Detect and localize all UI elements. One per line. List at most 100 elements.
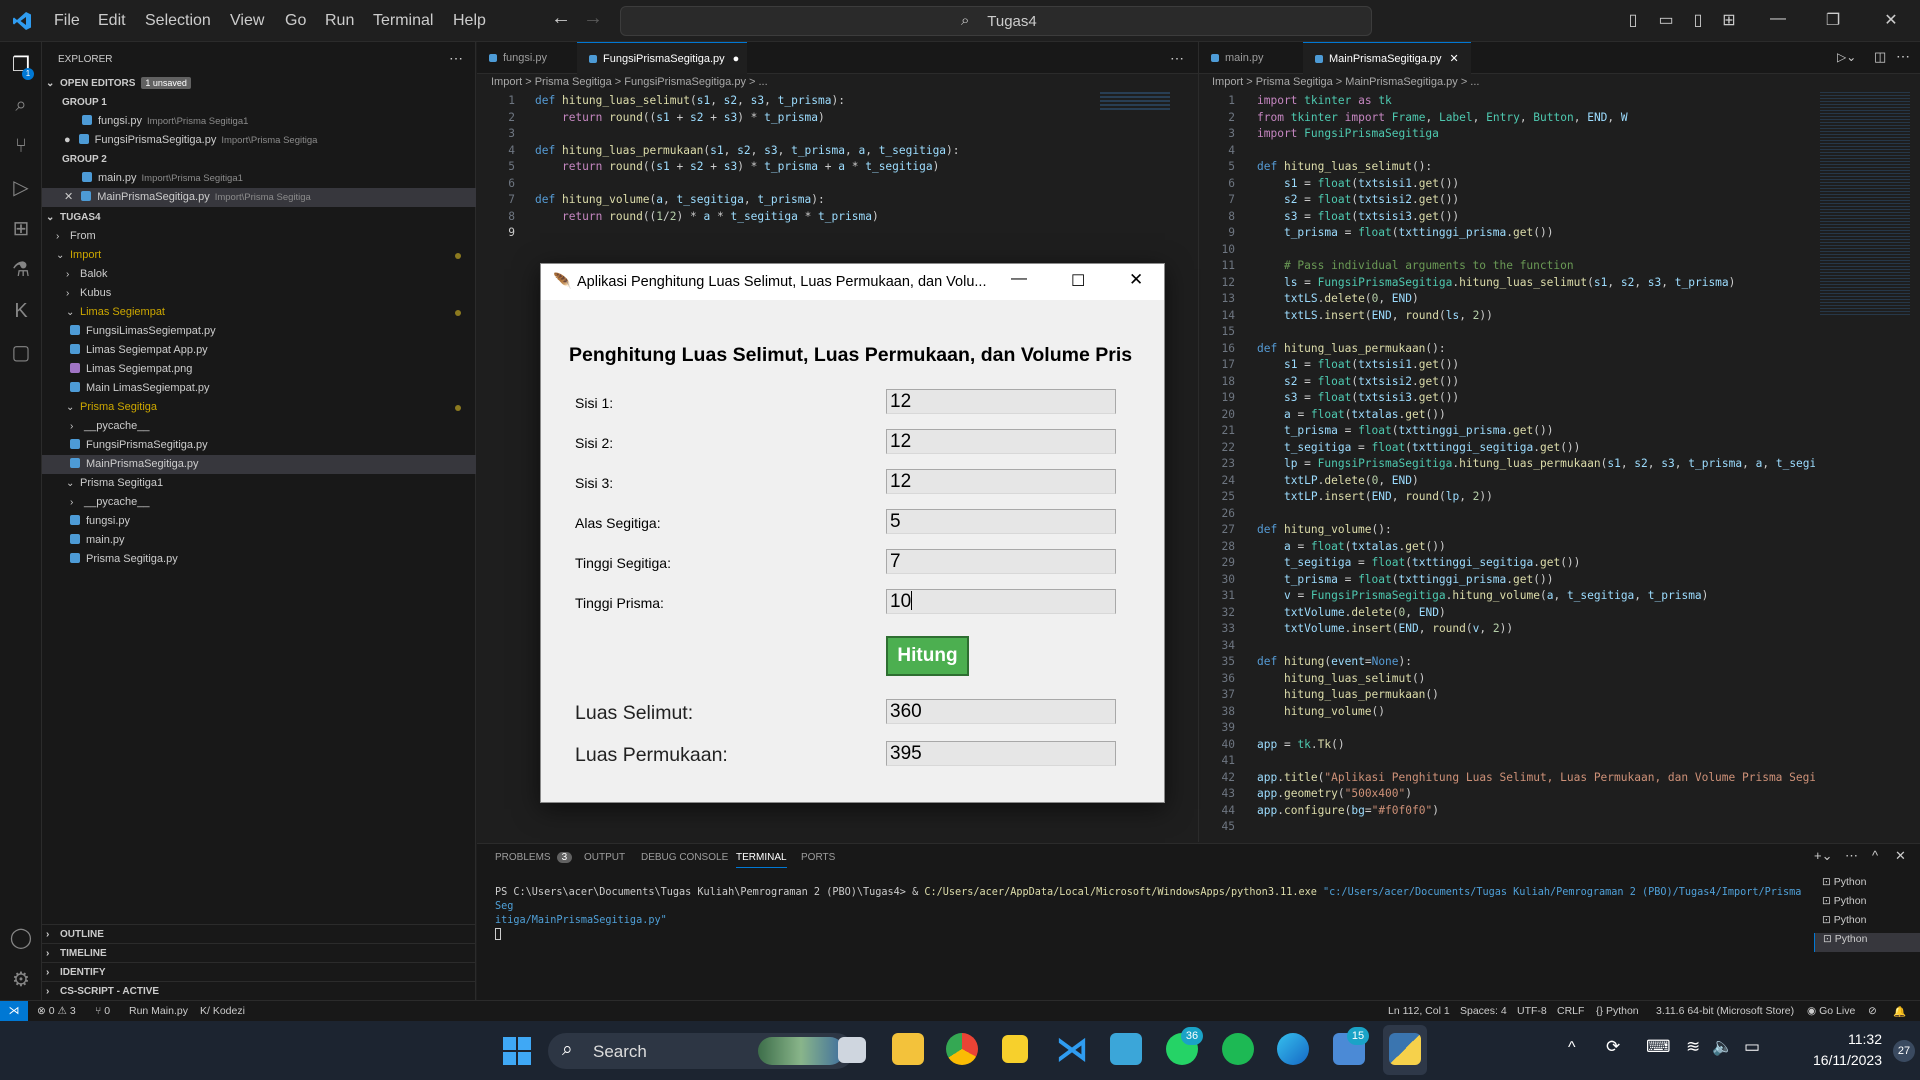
tree-file[interactable]: fungsi.py: [42, 512, 476, 531]
tab-terminal[interactable]: TERMINAL: [736, 852, 787, 868]
tree-folder-prisma1[interactable]: ⌄ Prisma Segitiga1: [42, 474, 476, 493]
tab-debug-console[interactable]: DEBUG CONSOLE: [641, 852, 728, 863]
tab-main[interactable]: main.py: [1199, 42, 1303, 74]
keyboard-icon[interactable]: ⌨: [1646, 1037, 1671, 1057]
taskbar-search[interactable]: ⌕ Search: [548, 1033, 854, 1069]
task-view-icon[interactable]: [838, 1037, 866, 1063]
spotify-icon[interactable]: [1222, 1033, 1254, 1065]
remote-indicator-icon[interactable]: ⋊: [0, 1001, 28, 1022]
forward-arrow-icon[interactable]: →: [582, 7, 604, 29]
code-fungsiprisma[interactable]: def hitung_luas_selimut(s1, s2, s3, t_pr…: [535, 93, 1095, 225]
input-sisi2[interactable]: 12: [886, 429, 1116, 454]
python-app-icon[interactable]: [1389, 1033, 1421, 1065]
open-editors-section[interactable]: ⌄ OPEN EDITORS 1 unsaved: [42, 74, 476, 93]
terminal-instance-active[interactable]: ⊡ Python: [1814, 933, 1920, 952]
tree-file[interactable]: FungsiPrismaSegitiga.py: [42, 436, 476, 455]
input-tinggi-segitiga[interactable]: 7: [886, 549, 1116, 574]
open-editor-fungsiprisma[interactable]: ● FungsiPrismaSegitiga.py Import\Prisma Se…: [42, 131, 476, 150]
minimap-right[interactable]: [1820, 92, 1910, 317]
tab-fungsi[interactable]: fungsi.py: [477, 42, 577, 74]
restore-icon[interactable]: ❐: [1822, 10, 1844, 30]
more-actions-icon[interactable]: ⋯: [1845, 848, 1858, 864]
close-panel-icon[interactable]: ✕: [1895, 848, 1906, 864]
toggle-panel-icon[interactable]: ▭: [1655, 10, 1677, 30]
minimize-icon[interactable]: —: [1767, 10, 1789, 30]
breadcrumb-right[interactable]: Import > Prisma Segitiga > MainPrismaSeg…: [1212, 76, 1479, 94]
tab-mainprisma[interactable]: MainPrismaSegitiga.py ✕: [1303, 42, 1471, 74]
tree-folder-limas[interactable]: ⌄ Limas Segiempat: [42, 303, 476, 322]
output-luas-selimut[interactable]: 360: [886, 699, 1116, 724]
cursor-position[interactable]: Ln 112, Col 1: [1388, 1005, 1450, 1017]
chevron-up-icon[interactable]: ^: [1568, 1039, 1576, 1057]
search-icon[interactable]: ⌕: [8, 92, 34, 118]
sync-icon[interactable]: ⟳: [1606, 1037, 1620, 1057]
close-icon[interactable]: ✕: [1880, 10, 1902, 30]
terminal-instance[interactable]: ⊡ Python: [1814, 914, 1920, 933]
chrome-icon[interactable]: [946, 1033, 978, 1065]
menu-selection[interactable]: Selection: [145, 12, 211, 30]
open-editor-fungsi[interactable]: fungsi.py Import\Prisma Segitiga1: [42, 112, 476, 131]
maximize-icon[interactable]: ☐: [1071, 271, 1085, 291]
tab-problems[interactable]: PROBLEMS 3: [495, 852, 573, 863]
ports-status[interactable]: ⑂ 0: [95, 1005, 110, 1017]
menu-edit[interactable]: Edit: [98, 12, 126, 30]
eol[interactable]: CRLF: [1557, 1005, 1584, 1017]
copilot-icon[interactable]: ⊘: [1868, 1005, 1877, 1017]
tree-folder-prisma[interactable]: ⌄ Prisma Segitiga: [42, 398, 476, 417]
more-actions-icon[interactable]: ⋯: [1896, 48, 1910, 65]
source-control-icon[interactable]: ⑂: [8, 133, 34, 159]
terminal-instance[interactable]: ⊡ Python: [1814, 895, 1920, 914]
file-explorer-icon[interactable]: [892, 1033, 924, 1065]
tree-folder-pycache[interactable]: › __pycache__: [42, 417, 476, 436]
encoding[interactable]: UTF-8: [1517, 1005, 1547, 1017]
accounts-icon[interactable]: ◯: [8, 925, 34, 951]
tab-fungsiprisma[interactable]: FungsiPrismaSegitiga.py ●: [577, 42, 747, 74]
testing-icon[interactable]: ⚗: [8, 257, 34, 283]
windows-start-icon[interactable]: [503, 1037, 531, 1065]
code-mainprisma[interactable]: import tkinter as tk from tkinter import…: [1257, 93, 1815, 841]
minimize-icon[interactable]: —: [1011, 270, 1027, 288]
project-section[interactable]: ⌄ TUGAS4: [42, 208, 476, 227]
terminal-instance[interactable]: ⊡ Python: [1814, 876, 1920, 895]
close-editor-icon[interactable]: ✕: [64, 191, 73, 203]
tree-file[interactable]: FungsiLimasSegiempat.py: [42, 322, 476, 341]
language-mode[interactable]: {} Python: [1596, 1005, 1639, 1017]
python-interpreter[interactable]: 3.11.6 64-bit (Microsoft Store): [1656, 1005, 1794, 1017]
more-actions-icon[interactable]: ⋯: [449, 50, 463, 67]
tab-ports[interactable]: PORTS: [801, 852, 835, 863]
tk-title-bar[interactable]: 🪶 Aplikasi Penghitung Luas Selimut, Luas…: [541, 264, 1164, 300]
menu-terminal[interactable]: Terminal: [373, 12, 433, 30]
menu-run[interactable]: Run: [325, 12, 354, 30]
toggle-sidebar-icon[interactable]: ▯: [1622, 10, 1644, 30]
hitung-button[interactable]: Hitung: [886, 636, 969, 676]
menu-file[interactable]: File: [54, 12, 80, 30]
extensions-icon[interactable]: ⊞: [8, 216, 34, 242]
tree-file[interactable]: main.py: [42, 531, 476, 550]
outline-section[interactable]: › OUTLINE: [42, 924, 476, 943]
tree-folder-kubus[interactable]: › Kubus: [42, 284, 476, 303]
open-editor-mainprisma[interactable]: ✕ MainPrismaSegitiga.py Import\Prisma Segi…: [42, 188, 476, 207]
menu-view[interactable]: View: [230, 12, 264, 30]
tree-file[interactable]: Prisma Segitiga.py: [42, 550, 476, 569]
tab-output[interactable]: OUTPUT: [584, 852, 625, 863]
vscode-taskbar-icon[interactable]: ⋊: [1056, 1033, 1088, 1065]
identify-section[interactable]: › IDENTIFY: [42, 962, 476, 981]
tree-folder-import[interactable]: ⌄ Import: [42, 246, 476, 265]
cs-script-section[interactable]: › CS-SCRIPT - ACTIVE: [42, 981, 476, 1000]
customize-layout-icon[interactable]: ⊞: [1718, 10, 1740, 30]
remote-explorer-icon[interactable]: ▢: [8, 340, 34, 366]
toggle-secondary-sidebar-icon[interactable]: ▯: [1687, 10, 1709, 30]
command-center-search[interactable]: ⌕ Tugas4: [620, 6, 1372, 36]
run-main-status[interactable]: Run Main.py: [129, 1005, 188, 1017]
terminal-app-icon[interactable]: [1110, 1033, 1142, 1065]
output-luas-permukaan[interactable]: 395: [886, 741, 1116, 766]
indentation[interactable]: Spaces: 4: [1460, 1005, 1507, 1017]
timeline-section[interactable]: › TIMELINE: [42, 943, 476, 962]
input-sisi1[interactable]: 12: [886, 389, 1116, 414]
wifi-icon[interactable]: ≋: [1686, 1037, 1700, 1057]
tree-file-selected[interactable]: MainPrismaSegitiga.py: [42, 455, 476, 474]
clock[interactable]: 11:32 16/11/2023: [1770, 1029, 1882, 1071]
input-alas-segitiga[interactable]: 5: [886, 509, 1116, 534]
tree-folder-from[interactable]: › From: [42, 227, 476, 246]
menu-help[interactable]: Help: [453, 12, 486, 30]
